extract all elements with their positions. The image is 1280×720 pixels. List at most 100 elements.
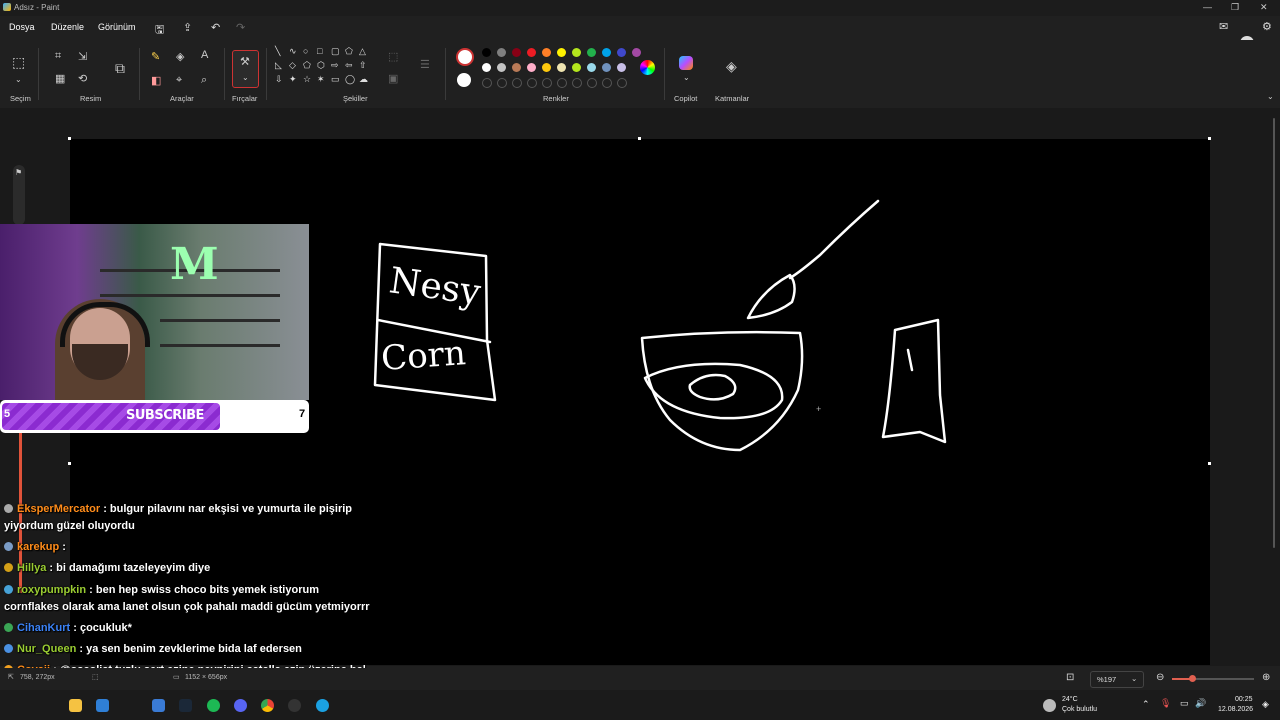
pencil-icon[interactable]: ✎ <box>151 50 160 63</box>
right-triangle-shape-icon[interactable]: ◺ <box>275 60 282 71</box>
down-arrow-shape-icon[interactable]: ⇩ <box>275 74 283 85</box>
fill-icon[interactable]: ▣ <box>388 72 398 85</box>
palette-swatch[interactable] <box>602 48 611 57</box>
palette-swatch[interactable] <box>572 48 581 57</box>
brushes-button[interactable]: ⚒ ⌄ <box>232 50 259 88</box>
hexagon-shape-icon[interactable]: ⬡ <box>317 60 325 71</box>
spotify-icon[interactable] <box>207 699 220 712</box>
chrome-icon[interactable] <box>261 699 274 712</box>
maximize-icon[interactable]: ❐ <box>1231 2 1239 13</box>
palette-swatch[interactable] <box>497 48 506 57</box>
undo-icon[interactable]: ↶ <box>211 21 220 34</box>
polygon-shape-icon[interactable]: ⬠ <box>345 46 353 57</box>
redo-icon[interactable]: ↷ <box>236 21 245 34</box>
background-remove-icon[interactable]: ⧉ <box>115 60 125 77</box>
chat-username[interactable]: Hillya <box>17 562 46 574</box>
layers-icon[interactable]: ◈ <box>726 58 737 75</box>
palette-swatch[interactable] <box>572 63 581 72</box>
network-icon[interactable]: ▭ <box>1180 698 1189 709</box>
chevron-down-icon[interactable]: ⌄ <box>1267 92 1274 101</box>
empty-palette-slot[interactable] <box>557 78 567 88</box>
magnifier-icon[interactable]: ⌕ <box>201 74 207 87</box>
curve-shape-icon[interactable]: ∿ <box>289 46 297 57</box>
color-wheel-icon[interactable] <box>640 60 655 75</box>
empty-palette-slot[interactable] <box>587 78 597 88</box>
palette-swatch[interactable] <box>542 63 551 72</box>
oval-callout-shape-icon[interactable]: ◯ <box>345 74 355 85</box>
resize-handle[interactable] <box>638 137 641 140</box>
line-shape-icon[interactable]: ╲ <box>275 46 280 57</box>
feedback-icon[interactable]: ✉ <box>1219 20 1228 33</box>
callout-shape-icon[interactable]: ▭ <box>331 74 340 85</box>
volume-icon[interactable]: 🔊 <box>1195 698 1206 709</box>
resize-handle[interactable] <box>1208 137 1211 140</box>
primary-color-swatch[interactable] <box>456 48 474 66</box>
zoom-out-icon[interactable]: ⊖ <box>1156 672 1164 683</box>
palette-swatch[interactable] <box>557 48 566 57</box>
microphone-icon[interactable]: 🎙 <box>1160 698 1171 709</box>
palette-swatch[interactable] <box>602 63 611 72</box>
empty-palette-slot[interactable] <box>542 78 552 88</box>
palette-swatch[interactable] <box>617 63 626 72</box>
file-explorer-icon[interactable] <box>69 699 82 712</box>
palette-swatch[interactable] <box>527 63 536 72</box>
crop-icon[interactable]: ⌗ <box>55 50 61 63</box>
up-arrow-shape-icon[interactable]: ⇧ <box>359 60 367 71</box>
resize-icon[interactable]: ⇲ <box>78 50 87 63</box>
close-icon[interactable]: ✕ <box>1260 2 1268 13</box>
palette-swatch[interactable] <box>482 48 491 57</box>
palette-swatch[interactable] <box>617 48 626 57</box>
fit-to-window-icon[interactable]: ⊡ <box>1066 672 1074 683</box>
settings-gear-icon[interactable]: ⚙ <box>1262 20 1272 33</box>
secondary-color-swatch[interactable] <box>457 73 471 87</box>
discord-icon[interactable] <box>234 699 247 712</box>
weather-cloud-icon[interactable] <box>1043 699 1056 712</box>
star5-shape-icon[interactable]: ☆ <box>303 74 311 85</box>
palette-swatch[interactable] <box>527 48 536 57</box>
selection-icon[interactable]: ⬚ <box>12 54 25 71</box>
minimize-icon[interactable]: — <box>1203 2 1212 12</box>
empty-palette-slot[interactable] <box>527 78 537 88</box>
pentagon-shape-icon[interactable]: ⬠ <box>303 60 311 71</box>
chat-username[interactable]: EksperMercator <box>17 503 100 515</box>
resize-handle[interactable] <box>1208 462 1211 465</box>
store-icon[interactable] <box>96 699 109 712</box>
chat-username[interactable]: Nur_Queen <box>17 643 76 655</box>
chevron-up-icon[interactable]: ⌃ <box>1142 699 1150 710</box>
copilot-icon[interactable] <box>679 56 693 70</box>
resize-handle[interactable] <box>68 137 71 140</box>
empty-palette-slot[interactable] <box>572 78 582 88</box>
rotate-icon[interactable]: ⟲ <box>78 72 87 85</box>
outline-icon[interactable]: ⬚ <box>388 50 398 63</box>
cloud-callout-shape-icon[interactable]: ☁ <box>359 74 368 85</box>
chevron-down-icon[interactable]: ⌄ <box>683 73 690 82</box>
text-tool-icon[interactable]: A <box>201 49 208 61</box>
diamond-shape-icon[interactable]: ◇ <box>289 60 296 71</box>
fill-bucket-icon[interactable]: ◈ <box>176 50 184 63</box>
palette-swatch[interactable] <box>632 48 641 57</box>
palette-swatch[interactable] <box>482 63 491 72</box>
empty-palette-slot[interactable] <box>482 78 492 88</box>
chat-username[interactable]: CihanKurt <box>17 622 70 634</box>
size-icon[interactable]: ☰ <box>420 58 430 71</box>
color-picker-icon[interactable]: ⌖ <box>176 74 182 87</box>
palette-swatch[interactable] <box>557 63 566 72</box>
steam-icon[interactable] <box>179 699 192 712</box>
palette-swatch[interactable] <box>512 63 521 72</box>
rounded-rect-shape-icon[interactable]: ▢ <box>331 46 340 57</box>
save-icon[interactable]: 🖫 <box>155 21 164 40</box>
zoom-slider[interactable] <box>1172 675 1254 682</box>
empty-palette-slot[interactable] <box>512 78 522 88</box>
rectangle-shape-icon[interactable]: □ <box>317 46 322 56</box>
palette-swatch[interactable] <box>542 48 551 57</box>
palette-swatch[interactable] <box>587 63 596 72</box>
share-icon[interactable]: ⇪ <box>183 21 192 34</box>
oval-shape-icon[interactable]: ○ <box>303 46 308 56</box>
vertical-scrollbar[interactable] <box>1273 108 1277 558</box>
palette-swatch[interactable] <box>497 63 506 72</box>
empty-palette-slot[interactable] <box>497 78 507 88</box>
resize-handle[interactable] <box>68 462 71 465</box>
obs-icon[interactable] <box>288 699 301 712</box>
star6-shape-icon[interactable]: ✶ <box>317 74 325 85</box>
palette-swatch[interactable] <box>587 48 596 57</box>
